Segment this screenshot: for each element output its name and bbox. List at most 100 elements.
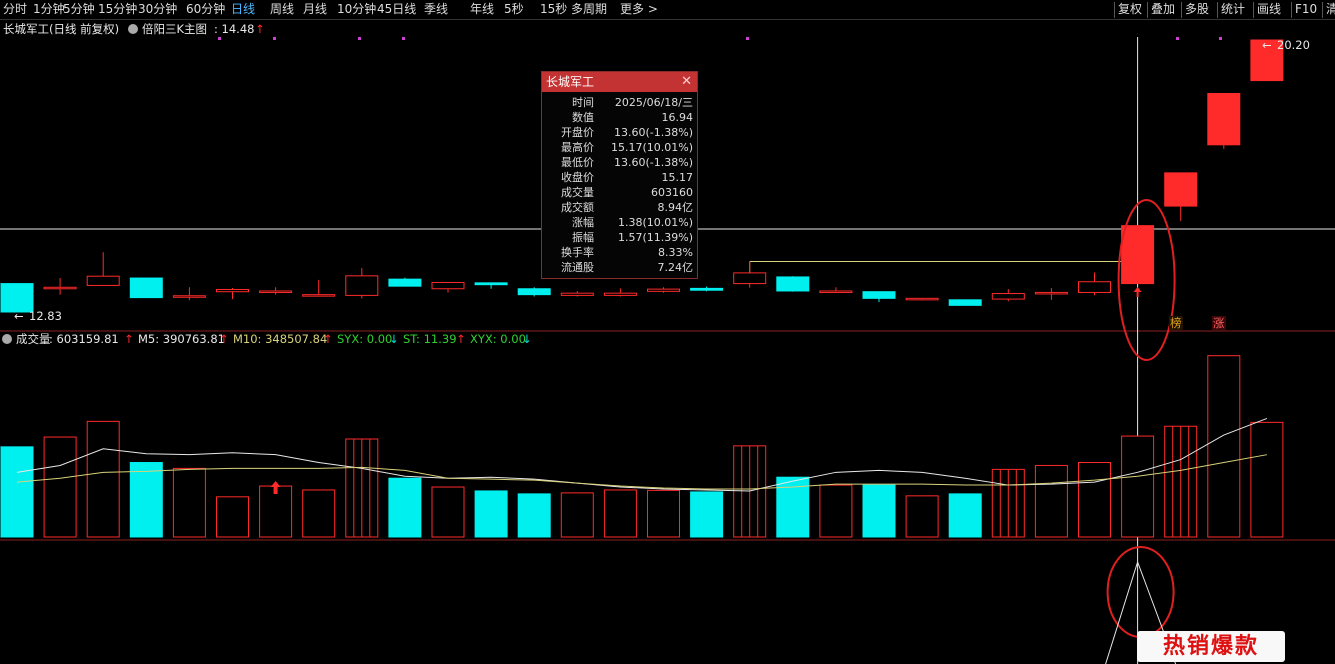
candle[interactable]: [1121, 225, 1155, 285]
candle[interactable]: [776, 276, 810, 292]
candle[interactable]: [1207, 93, 1241, 149]
volume-bar[interactable]: [560, 492, 594, 538]
candle[interactable]: [1078, 272, 1111, 296]
volume-bar[interactable]: [647, 489, 680, 538]
volume-bar[interactable]: [1121, 435, 1155, 538]
popup-key: 开盘价: [561, 126, 594, 139]
candle[interactable]: [431, 281, 465, 293]
popup-key: 振幅: [572, 231, 594, 244]
popup-row: 涨幅 1.38(10.01%): [542, 215, 697, 230]
volume-bar[interactable]: [690, 491, 724, 538]
popup-row: 成交量 603160: [542, 185, 697, 200]
popup-value: 8.94亿: [657, 201, 694, 214]
volume-bar[interactable]: [1034, 464, 1068, 538]
popup-row: 开盘价 13.60(-1.38%): [542, 125, 697, 140]
candle[interactable]: [690, 286, 724, 292]
volume-bar[interactable]: [431, 486, 465, 538]
candle[interactable]: [0, 283, 34, 313]
candle[interactable]: [1164, 172, 1198, 221]
candle[interactable]: [819, 287, 853, 294]
candle[interactable]: [216, 288, 249, 300]
candle[interactable]: [647, 287, 680, 293]
candle[interactable]: [86, 252, 120, 286]
indicator-value: : 14.48: [214, 22, 254, 36]
popup-key: 流通股: [561, 261, 594, 274]
popup-value: 1.57(11.39%): [617, 231, 693, 244]
close-icon[interactable]: ✕: [681, 72, 692, 92]
volume-bar[interactable]: [474, 490, 508, 538]
popup-value: 2025/06/18/三: [614, 96, 693, 109]
volume-bar[interactable]: [1250, 421, 1284, 538]
popup-value: 603160: [651, 186, 693, 199]
popup-key: 涨幅: [572, 216, 594, 229]
candle-info-popup: 长城军工 ✕ 时间 2025/06/18/三 数值 16.94 开盘价 13.60(-1.…: [541, 71, 698, 279]
arrow-up-icon: ↑: [219, 332, 229, 346]
volume-bar[interactable]: [0, 446, 34, 538]
volume-ma5-value: M5: 390763.81: [138, 332, 225, 346]
indicator-name: 倍阳三K主图: [142, 22, 207, 36]
candle[interactable]: [862, 291, 896, 303]
promo-badge-text: 热销爆款: [1162, 634, 1259, 659]
candle[interactable]: [733, 261, 767, 288]
volume-bar[interactable]: [517, 493, 551, 538]
candle[interactable]: [603, 288, 637, 297]
arrow-up-icon: ↑: [323, 332, 333, 346]
arrow-up-icon: ↑: [456, 332, 466, 346]
volume-bar[interactable]: [991, 468, 1025, 538]
popup-row: 振幅 1.57(11.39%): [542, 230, 697, 245]
volume-bar[interactable]: [1207, 355, 1241, 538]
popup-row: 最高价 15.17(10.01%): [542, 140, 697, 155]
highlight-circle: [1106, 546, 1175, 638]
volume-bar[interactable]: [819, 484, 853, 538]
candle[interactable]: [129, 277, 163, 299]
indicator-dot: [1219, 37, 1222, 40]
candle[interactable]: [474, 282, 508, 289]
chevron-down-icon[interactable]: [128, 24, 138, 34]
arrow-down-icon: ↓: [522, 332, 532, 346]
candle[interactable]: [172, 287, 206, 301]
candle[interactable]: [1034, 288, 1068, 300]
volume-bar[interactable]: [1164, 425, 1198, 538]
volume-value: : 603159.81: [49, 332, 119, 346]
popup-row: 最低价 13.60(-1.38%): [542, 155, 697, 170]
candle[interactable]: [259, 287, 293, 295]
candle[interactable]: [517, 287, 551, 297]
candle[interactable]: [560, 290, 594, 297]
popup-value: 8.33%: [658, 246, 693, 259]
volume-bar[interactable]: [603, 489, 637, 538]
volume-bar[interactable]: [345, 438, 379, 538]
volume-bar[interactable]: [862, 484, 896, 538]
candle[interactable]: [302, 279, 336, 297]
chart-title: 长城军工(日线 前复权): [3, 22, 119, 36]
volume-label: 成交量: [16, 332, 51, 346]
indicator-dot: [218, 37, 221, 40]
volume-bar[interactable]: [1078, 462, 1111, 538]
popup-header: 长城军工 ✕: [542, 72, 697, 92]
candle[interactable]: [948, 299, 982, 306]
candle[interactable]: [43, 278, 77, 295]
popup-key: 数值: [572, 111, 594, 124]
arrow-left-icon: ←: [14, 309, 24, 323]
candle[interactable]: [991, 289, 1025, 302]
volume-bar[interactable]: [216, 496, 249, 538]
volume-bar[interactable]: [129, 462, 163, 538]
candle[interactable]: [345, 268, 379, 299]
candle[interactable]: [905, 297, 939, 301]
chevron-down-icon[interactable]: [2, 334, 12, 344]
syx-value: SYX: 0.00: [337, 332, 392, 346]
candle[interactable]: [388, 277, 422, 287]
xyx-value: XYX: 0.00: [470, 332, 526, 346]
volume-bar[interactable]: [905, 495, 939, 538]
price-low-label: 12.83: [29, 309, 62, 323]
volume-bar[interactable]: [86, 420, 120, 538]
volume-bar[interactable]: [948, 493, 982, 538]
volume-bar[interactable]: [302, 489, 336, 538]
rank-tag: 榜: [1170, 316, 1182, 330]
popup-table: 时间 2025/06/18/三 数值 16.94 开盘价 13.60(-1.38%) 最高价…: [542, 95, 697, 275]
limit-up-tag: 涨: [1213, 316, 1225, 330]
popup-value: 15.17: [661, 171, 694, 184]
volume-bar[interactable]: [388, 477, 422, 538]
st-value: ST: 11.39: [403, 332, 457, 346]
volume-bar[interactable]: [172, 467, 206, 538]
volume-bar[interactable]: [43, 436, 77, 538]
